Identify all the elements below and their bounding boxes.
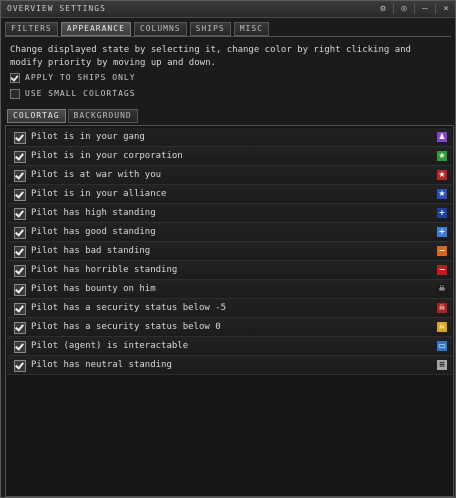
list-item[interactable]: Pilot has bounty on him ☠ [7, 280, 452, 299]
list-item[interactable]: Pilot has good standing + [7, 223, 452, 242]
plus-icon[interactable]: + [437, 208, 447, 218]
state-label: Pilot has bad standing [31, 246, 151, 256]
main-tabs: FILTERS APPEARANCE COLUMNS SHIPS MISC [5, 22, 269, 36]
state-label: Pilot is in your alliance [31, 189, 167, 199]
state-label: Pilot has horrible standing [31, 265, 178, 275]
apply-to-ships-only-label: APPLY TO SHIPS ONLY [25, 73, 136, 82]
use-small-colortags-option[interactable]: USE SMALL COLORTAGS [10, 88, 136, 99]
state-label: Pilot is in your corporation [31, 151, 183, 161]
state-label: Pilot has a security status below -5 [31, 303, 227, 313]
separator [393, 4, 394, 14]
overview-settings-window: OVERVIEW SETTINGS ⚙ ◎ – × FILTERS APPEAR… [0, 0, 456, 498]
state-label: Pilot has bounty on him [31, 284, 156, 294]
state-label: Pilot is in your gang [31, 132, 145, 142]
window-buttons: ⚙ ◎ – × [378, 3, 451, 15]
state-checkbox[interactable] [14, 132, 26, 144]
tab-columns[interactable]: COLUMNS [133, 22, 187, 36]
list-item[interactable]: Pilot is at war with you ★ [7, 166, 452, 185]
list-item[interactable]: Pilot is in your alliance ★ [7, 185, 452, 204]
star-icon[interactable]: ★ [437, 151, 447, 161]
tab-ships[interactable]: SHIPS [189, 22, 231, 36]
minimize-icon[interactable]: – [420, 4, 430, 14]
tab-filters[interactable]: FILTERS [5, 22, 58, 36]
list-item[interactable]: Pilot has neutral standing ≡ [7, 356, 452, 375]
gang-icon[interactable]: ♟ [437, 132, 447, 142]
state-checkbox[interactable] [14, 246, 26, 258]
list-item[interactable]: Pilot has bad standing − [7, 242, 452, 261]
skull-icon[interactable]: ☠ [437, 284, 447, 294]
list-item[interactable]: Pilot (agent) is interactable ▭ [7, 337, 452, 356]
use-small-colortags-checkbox[interactable] [10, 88, 20, 99]
pin-icon[interactable]: ◎ [399, 4, 409, 14]
colortag-state-list: Pilot is in your gang ♟ Pilot is in your… [5, 125, 454, 497]
state-checkbox[interactable] [14, 303, 26, 315]
separator [414, 4, 415, 14]
apply-to-ships-only-option[interactable]: APPLY TO SHIPS ONLY [10, 72, 136, 83]
list-item[interactable]: Pilot has horrible standing − [7, 261, 452, 280]
state-label: Pilot is at war with you [31, 170, 162, 180]
list-item[interactable]: Pilot is in your gang ♟ [7, 128, 452, 147]
appearance-subtabs: COLORTAG BACKGROUND [7, 109, 138, 123]
skull-icon[interactable]: ☠ [437, 303, 447, 313]
title-bar[interactable]: OVERVIEW SETTINGS ⚙ ◎ – × [1, 1, 455, 18]
speech-bubble-icon[interactable]: ▭ [437, 341, 447, 351]
tab-colortag[interactable]: COLORTAG [7, 109, 66, 123]
state-checkbox[interactable] [14, 208, 26, 220]
apply-to-ships-only-checkbox[interactable] [10, 72, 20, 83]
state-checkbox[interactable] [14, 322, 26, 334]
state-checkbox[interactable] [14, 284, 26, 296]
state-checkbox[interactable] [14, 341, 26, 353]
list-item[interactable]: Pilot has a security status below -5 ☠ [7, 299, 452, 318]
state-label: Pilot (agent) is interactable [31, 341, 189, 351]
appearance-description: Change displayed state by selecting it, … [10, 45, 411, 68]
equals-icon[interactable]: ≡ [437, 360, 447, 370]
use-small-colortags-label: USE SMALL COLORTAGS [25, 89, 136, 98]
state-label: Pilot has high standing [31, 208, 156, 218]
close-icon[interactable]: × [441, 4, 451, 14]
state-checkbox[interactable] [14, 265, 26, 277]
tab-appearance[interactable]: APPEARANCE [60, 22, 131, 36]
state-checkbox[interactable] [14, 151, 26, 163]
separator [435, 4, 436, 14]
state-checkbox[interactable] [14, 360, 26, 372]
state-checkbox[interactable] [14, 189, 26, 201]
state-label: Pilot has neutral standing [31, 360, 172, 370]
settings-icon[interactable]: ⚙ [378, 4, 388, 14]
skull-icon[interactable]: ☠ [437, 322, 447, 332]
plus-icon[interactable]: + [437, 227, 447, 237]
star-icon[interactable]: ★ [437, 189, 447, 199]
minus-icon[interactable]: − [437, 246, 447, 256]
state-label: Pilot has a security status below 0 [31, 322, 221, 332]
list-item[interactable]: Pilot is in your corporation ★ [7, 147, 452, 166]
minus-icon[interactable]: − [437, 265, 447, 275]
state-label: Pilot has good standing [31, 227, 156, 237]
list-item[interactable]: Pilot has a security status below 0 ☠ [7, 318, 452, 337]
state-checkbox[interactable] [14, 170, 26, 182]
tab-misc[interactable]: MISC [233, 22, 269, 36]
list-item[interactable]: Pilot has high standing + [7, 204, 452, 223]
tab-background[interactable]: BACKGROUND [67, 109, 138, 123]
window-title: OVERVIEW SETTINGS [7, 4, 106, 13]
star-icon[interactable]: ★ [437, 170, 447, 180]
tabs-divider [5, 36, 451, 37]
state-checkbox[interactable] [14, 227, 26, 239]
